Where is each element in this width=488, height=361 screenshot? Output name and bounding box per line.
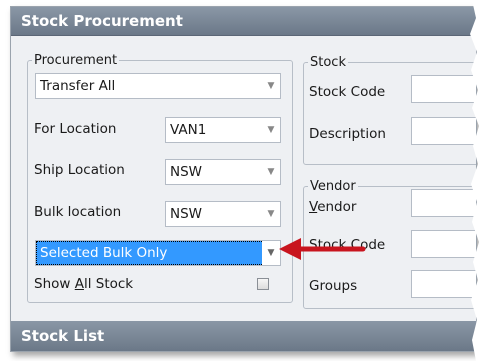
annotation-arrow: [279, 238, 366, 260]
arrow-head: [279, 238, 301, 260]
torn-edge: [470, 0, 488, 361]
